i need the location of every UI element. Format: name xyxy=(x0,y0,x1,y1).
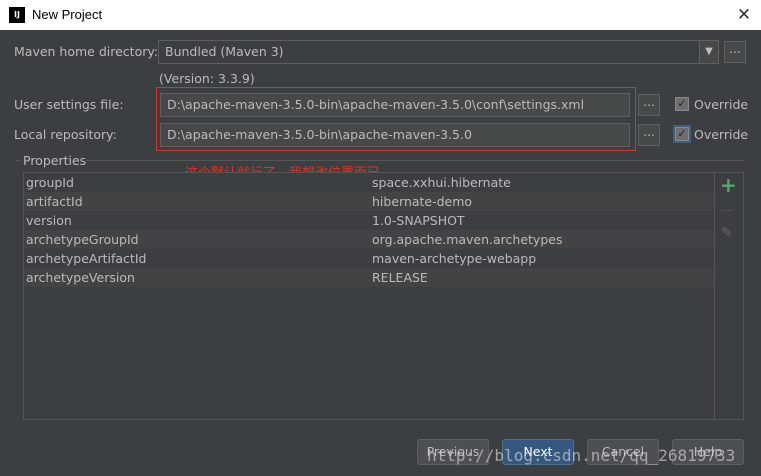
properties-group-border xyxy=(16,160,21,161)
title-bar: IJ New Project ✕ xyxy=(0,0,761,30)
maven-home-browse-button[interactable]: ... xyxy=(724,41,746,63)
property-key: archetypeArtifactId xyxy=(26,251,147,266)
table-row[interactable]: archetypeArtifactId maven-archetype-weba… xyxy=(24,249,714,268)
property-key: archetypeVersion xyxy=(26,270,135,285)
property-value: space.xxhui.hibernate xyxy=(372,175,511,190)
local-repository-browse-button[interactable]: ... xyxy=(638,124,660,146)
property-value: hibernate-demo xyxy=(372,194,473,209)
user-settings-field[interactable]: D:\apache-maven-3.5.0-bin\apache-maven-3… xyxy=(160,93,630,117)
table-row[interactable]: artifactId hibernate-demo xyxy=(24,192,714,211)
property-key: version xyxy=(26,213,72,228)
property-key: artifactId xyxy=(26,194,83,209)
properties-toolbar: + — ✎ xyxy=(715,172,744,420)
maven-version-text: (Version: 3.3.9) xyxy=(159,71,255,86)
table-row[interactable]: archetypeGroupId org.apache.maven.archet… xyxy=(24,230,714,249)
property-value: maven-archetype-webapp xyxy=(372,251,537,266)
add-icon[interactable]: + xyxy=(720,173,737,197)
properties-table[interactable]: groupId space.xxhui.hibernate artifactId… xyxy=(23,172,715,420)
table-row[interactable]: groupId space.xxhui.hibernate xyxy=(24,173,714,192)
watermark-text: http://blog.csdn.net/qq_26819733 xyxy=(427,446,736,465)
property-value: org.apache.maven.archetypes xyxy=(372,232,563,247)
property-key: groupId xyxy=(26,175,74,190)
close-icon[interactable]: ✕ xyxy=(733,4,755,26)
property-value: RELEASE xyxy=(372,270,428,285)
property-key: archetypeGroupId xyxy=(26,232,139,247)
intellij-app-icon: IJ xyxy=(9,7,25,23)
user-settings-label: User settings file: xyxy=(14,97,124,112)
edit-icon[interactable]: ✎ xyxy=(721,225,733,241)
table-row[interactable]: version 1.0-SNAPSHOT xyxy=(24,211,714,230)
local-repository-label: Local repository: xyxy=(14,127,117,142)
local-repository-override-checkbox[interactable]: ✓ xyxy=(675,127,689,141)
remove-icon[interactable]: — xyxy=(721,203,733,217)
properties-group-border-right xyxy=(86,160,744,161)
maven-home-value: Bundled (Maven 3) xyxy=(165,44,284,59)
table-row[interactable]: archetypeVersion RELEASE xyxy=(24,268,714,287)
user-settings-override-checkbox[interactable]: ✓ xyxy=(675,97,689,111)
maven-home-label: Maven home directory: xyxy=(14,44,159,59)
local-repository-field[interactable]: D:\apache-maven-3.5.0-bin\apache-maven-3… xyxy=(160,123,630,147)
property-value: 1.0-SNAPSHOT xyxy=(372,213,465,228)
user-settings-browse-button[interactable]: ... xyxy=(638,94,660,116)
properties-title: Properties xyxy=(23,153,87,168)
window-title: New Project xyxy=(32,7,103,22)
chevron-down-icon[interactable]: ▼ xyxy=(699,40,719,64)
maven-home-combo[interactable]: Bundled (Maven 3) xyxy=(158,40,700,64)
user-settings-override-label: Override xyxy=(694,97,749,112)
local-repository-override-label: Override xyxy=(694,127,749,142)
